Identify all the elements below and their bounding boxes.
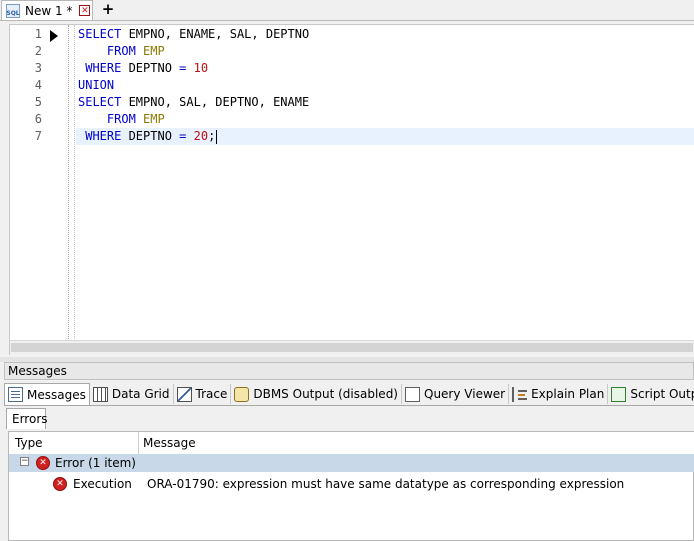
- line-number: 5: [34, 95, 42, 109]
- tab-label: Trace: [195, 387, 228, 401]
- tab-label: New 1 *: [25, 3, 73, 18]
- tab-script-output[interactable]: Script Output: [608, 384, 694, 404]
- tab-errors[interactable]: Errors: [6, 408, 48, 429]
- sql-keyword: SELECT: [78, 27, 122, 41]
- trace-icon: [176, 386, 192, 402]
- tab-label: Messages: [27, 387, 86, 402]
- sql-number: 20: [193, 129, 209, 143]
- row-type: Execution: [73, 477, 132, 491]
- gutter-divider: [74, 25, 75, 339]
- sql-keyword: UNION: [78, 78, 115, 92]
- query-viewer-icon: [405, 386, 420, 402]
- line-number: 3: [34, 61, 42, 75]
- sql-keyword: FROM: [106, 112, 136, 126]
- code-line[interactable]: SELECT EMPNO, SAL, DEPTNO, ENAME: [78, 94, 309, 111]
- tab-messages[interactable]: Messages: [4, 383, 90, 405]
- code-line[interactable]: UNION: [78, 77, 114, 94]
- line-number: 6: [34, 112, 42, 126]
- line-number: 4: [34, 78, 42, 92]
- text-cursor: [216, 129, 218, 144]
- sql-text: DEPTNO: [121, 61, 180, 75]
- horizontal-scrollbar[interactable]: [10, 340, 694, 355]
- document-tab-bar: SQL New 1 * ✕ +: [0, 0, 694, 21]
- error-icon: ✕: [53, 477, 67, 491]
- code-line[interactable]: WHERE DEPTNO = 20;: [78, 128, 218, 145]
- sql-number: 10: [193, 61, 209, 75]
- tab-data-grid[interactable]: Data Grid: [90, 384, 174, 404]
- sql-text: ;: [208, 129, 216, 143]
- tab-dbms-output[interactable]: DBMS Output (disabled): [231, 384, 402, 404]
- sql-table-name: EMP: [143, 112, 165, 126]
- scrollbar-thumb[interactable]: [11, 343, 693, 352]
- collapse-icon[interactable]: −: [20, 457, 29, 466]
- line-number: 7: [34, 129, 42, 143]
- dbms-output-icon: [234, 386, 250, 402]
- table-row[interactable]: ✕ Execution ORA-01790: expression must h…: [9, 474, 694, 494]
- tab-label: Data Grid: [111, 387, 170, 401]
- code-line[interactable]: SELECT EMPNO, ENAME, SAL, DEPTNO: [78, 26, 309, 43]
- tab-label: Query Viewer: [424, 387, 506, 401]
- code-line[interactable]: WHERE DEPTNO = 10: [78, 60, 208, 77]
- column-header-type[interactable]: Type: [15, 436, 43, 450]
- tab-label: DBMS Output (disabled): [253, 387, 398, 401]
- explain-plan-icon: [512, 386, 528, 402]
- line-number: 2: [34, 44, 42, 58]
- errors-grid: Type Message − ✕ Error (1 item) ✕ Execut…: [8, 431, 694, 541]
- messages-panel-title: Messages: [4, 362, 694, 380]
- tab-explain-plan[interactable]: Explain Plan: [509, 384, 609, 404]
- gutter-divider: [68, 25, 69, 339]
- sql-keyword: WHERE: [85, 61, 122, 75]
- tab-query-viewer[interactable]: Query Viewer: [402, 384, 510, 404]
- sql-keyword: SELECT: [78, 95, 122, 109]
- column-divider[interactable]: [138, 432, 139, 454]
- sql-editor[interactable]: 1 2 3 4 5 6 7 SELECT EMPNO, ENAME, SAL, DEPTNO…: [9, 24, 694, 355]
- line-number: 1: [34, 27, 42, 41]
- sql-table-name: EMP: [143, 44, 165, 58]
- sql-text: EMPNO, SAL, DEPTNO, ENAME: [121, 95, 310, 109]
- data-grid-icon: [92, 386, 108, 402]
- code-line[interactable]: FROM EMP: [78, 111, 165, 128]
- row-message: ORA-01790: expression must have same dat…: [147, 477, 625, 491]
- error-icon: ✕: [36, 456, 50, 470]
- new-tab-plus-icon[interactable]: +: [99, 1, 117, 18]
- error-group-label: Error (1 item): [55, 456, 136, 470]
- sql-text: EMPNO, ENAME, SAL, DEPTNO: [121, 27, 310, 41]
- column-header-message[interactable]: Message: [143, 436, 196, 450]
- messages-icon: [8, 387, 23, 402]
- close-icon[interactable]: ✕: [79, 5, 91, 16]
- output-tabs-toolbar: Messages Data Grid Trace DBMS Output (disab…: [4, 383, 694, 406]
- current-line-marker-icon: [50, 30, 58, 42]
- sql-keyword: WHERE: [85, 129, 122, 143]
- sql-file-icon: SQL: [6, 3, 20, 18]
- code-line[interactable]: FROM EMP: [78, 43, 165, 60]
- tab-label: Script Output: [630, 387, 694, 401]
- script-output-icon: [611, 386, 627, 402]
- sql-text: DEPTNO: [121, 129, 180, 143]
- tab-new-1[interactable]: SQL New 1 * ✕: [1, 0, 93, 20]
- tab-trace[interactable]: Trace: [174, 384, 232, 404]
- error-group-row[interactable]: − ✕ Error (1 item): [9, 454, 694, 472]
- sql-keyword: FROM: [106, 44, 136, 58]
- tab-label: Explain Plan: [531, 387, 605, 401]
- grid-header: Type Message: [9, 432, 694, 455]
